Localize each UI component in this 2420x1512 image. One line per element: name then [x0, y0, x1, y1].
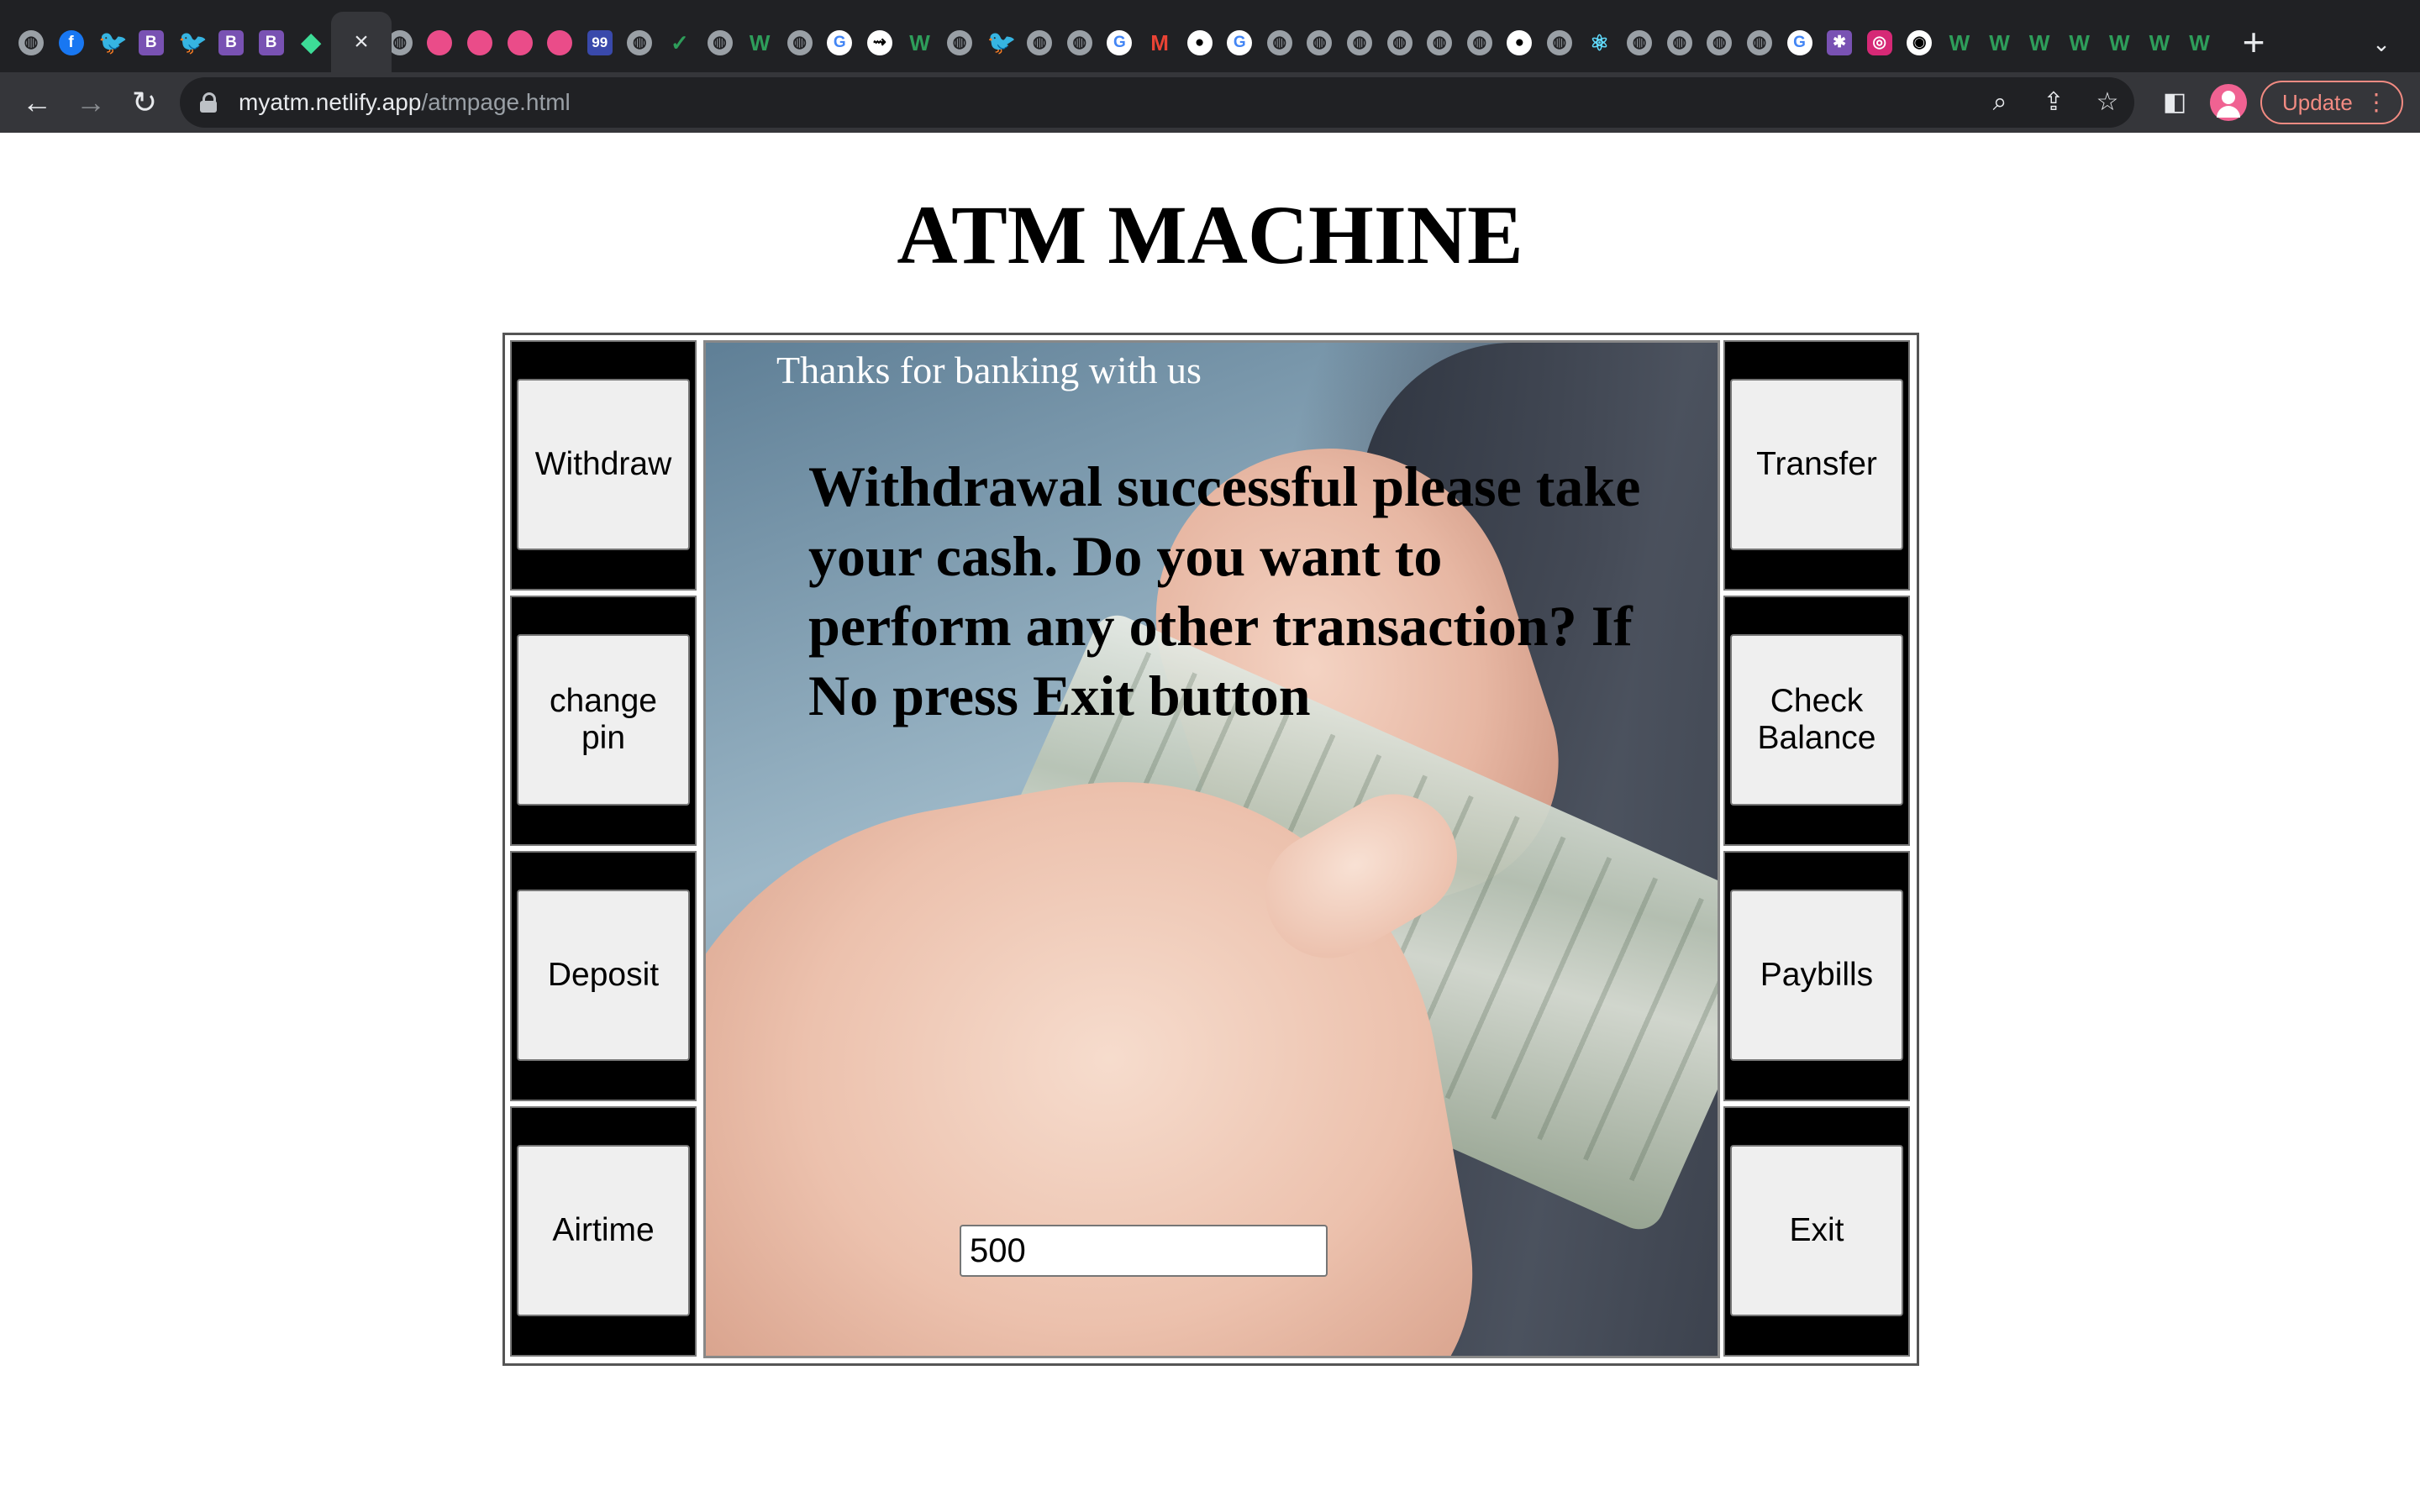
button-slot: change pin [510, 596, 697, 846]
w-icon[interactable]: W [2067, 30, 2092, 55]
menu-dots-icon: ⋮ [2365, 89, 2388, 115]
arrow-icon[interactable]: ⇝ [866, 30, 892, 55]
github-icon[interactable]: ● [1186, 30, 1213, 55]
exit-button[interactable]: Exit [1730, 1145, 1903, 1316]
page-title: ATM MACHINE [897, 188, 1523, 281]
globe-icon[interactable]: ◍ [947, 30, 973, 55]
tab-search-icon[interactable]: ⌄ [2365, 27, 2398, 60]
profile-avatar[interactable] [2210, 84, 2247, 121]
globe-icon[interactable]: ◍ [1746, 30, 1772, 55]
bootstrap-icon[interactable]: B [218, 30, 244, 55]
globe-icon[interactable]: ◍ [1266, 30, 1292, 55]
button-slot: Airtime [510, 1106, 697, 1357]
bootstrap-icon[interactable]: B [258, 30, 284, 55]
w-icon[interactable]: W [2186, 30, 2212, 55]
zoom-icon[interactable]: ⌕ [1981, 84, 2018, 121]
change-pin-button[interactable]: change pin [517, 634, 690, 806]
globe-icon[interactable]: ◍ [1386, 30, 1413, 55]
globe-icon[interactable]: ◍ [1466, 30, 1492, 55]
deposit-button[interactable]: Deposit [517, 890, 690, 1061]
globe-icon[interactable]: ◍ [1627, 30, 1653, 55]
instagram-icon[interactable]: ◎ [1866, 30, 1892, 55]
globe-icon[interactable]: ◍ [707, 30, 733, 55]
dribbble-icon[interactable] [427, 30, 453, 55]
url-text[interactable]: myatm.netlify.app/atmpage.html [239, 77, 571, 128]
swoosh-icon[interactable]: ✓ [667, 30, 692, 55]
colorful-icon[interactable]: ✱ [1827, 30, 1853, 55]
forward-icon[interactable]: → [72, 84, 109, 121]
globe-icon[interactable]: ◍ [1707, 30, 1733, 55]
back-icon[interactable]: ← [18, 84, 55, 121]
dribbble-icon[interactable] [547, 30, 573, 55]
check-balance-button[interactable]: Check Balance [1730, 634, 1903, 806]
react-icon[interactable]: ⚛ [1587, 30, 1612, 55]
w-icon[interactable]: W [2147, 30, 2172, 55]
w-icon[interactable]: W [1987, 30, 2012, 55]
button-slot: Deposit [510, 851, 697, 1101]
gmail-icon[interactable]: M [1147, 30, 1172, 55]
dribbble-icon[interactable] [507, 30, 533, 55]
airtime-button[interactable]: Airtime [517, 1145, 690, 1316]
button-slot: Paybills [1723, 851, 1910, 1101]
atm-screen: Thanks for banking with us Withdrawal su… [703, 340, 1720, 1358]
github-icon[interactable]: ● [1507, 30, 1533, 55]
atm-machine: Withdraw change pin Deposit Airtime Than… [502, 333, 1919, 1366]
google-icon[interactable]: G [1107, 30, 1133, 55]
w-icon[interactable]: W [907, 30, 932, 55]
globe-icon[interactable]: ◍ [18, 30, 44, 55]
reload-icon[interactable]: ↻ [126, 84, 163, 121]
twitter-icon[interactable]: 🐦 [178, 30, 208, 55]
globe-icon[interactable]: ◍ [1066, 30, 1092, 55]
page-content: ATM MACHINE Withdraw change pin Deposit … [0, 133, 2420, 1512]
screen-greeting: Thanks for banking with us [776, 349, 1202, 391]
browser-toolbar: ← → ↻ myatm.netlify.app/atmpage.html ⌕ ⇪… [0, 72, 2420, 133]
w-icon[interactable]: W [747, 30, 772, 55]
globe-icon[interactable]: ◍ [1347, 30, 1372, 55]
globe-icon[interactable]: ◍ [1027, 30, 1053, 55]
globe-icon[interactable]: ◍ [1666, 30, 1692, 55]
chrome-icon[interactable]: ◉ [1907, 30, 1933, 55]
screen-message: Withdrawal successful please take your c… [808, 454, 1641, 727]
paybills-button[interactable]: Paybills [1730, 890, 1903, 1061]
globe-icon[interactable]: ◍ [627, 30, 653, 55]
bootstrap-icon[interactable]: B [138, 30, 164, 55]
share-icon[interactable]: ⇪ [2035, 84, 2072, 121]
globe-icon[interactable]: ◍ [786, 30, 813, 55]
url-path: /atmpage.html [421, 89, 571, 115]
button-slot: Check Balance [1723, 596, 1910, 846]
globe-icon[interactable]: ◍ [1546, 30, 1572, 55]
amount-input[interactable] [960, 1225, 1328, 1277]
address-bar[interactable]: myatm.netlify.app/atmpage.html ⌕ ⇪ ☆ [180, 77, 2134, 128]
withdraw-button[interactable]: Withdraw [517, 379, 690, 550]
left-button-column: Withdraw change pin Deposit Airtime [510, 340, 697, 1362]
button-slot: Exit [1723, 1106, 1910, 1357]
lock-icon[interactable] [200, 92, 217, 113]
globe-icon[interactable]: ◍ [1307, 30, 1333, 55]
w-icon[interactable]: W [1947, 30, 1972, 55]
button-slot: Transfer [1723, 340, 1910, 591]
google-icon[interactable]: G [827, 30, 853, 55]
tab-strip: ◍ f 🐦 B 🐦 B B ◆ ◍ 99 ◍ ✓ ◍ W ◍ G ⇝ W ◍ 🐦 ◍ ◍ G M ● G ◍ ◍ ◍ ◍ ◍ ◍ ● ◍ ⚛ ◍ ◍ ◍ ◍… [0, 0, 2420, 84]
dribbble-icon[interactable] [466, 30, 492, 55]
w-icon[interactable]: W [2107, 30, 2132, 55]
google-icon[interactable]: G [1786, 30, 1812, 55]
globe-icon[interactable]: ◍ [1427, 30, 1453, 55]
w-icon[interactable]: W [2027, 30, 2052, 55]
side-panel-icon[interactable]: ◧ [2156, 84, 2193, 121]
facebook-icon[interactable]: f [58, 30, 84, 55]
twitter-icon[interactable]: 🐦 [987, 30, 1017, 55]
new-tab-button[interactable]: + [2235, 23, 2272, 61]
transfer-button[interactable]: Transfer [1730, 379, 1903, 550]
ninety-nine-icon[interactable]: 99 [587, 30, 613, 55]
bookmark-star-icon[interactable]: ☆ [2089, 84, 2126, 121]
diamond-icon[interactable]: ◆ [298, 30, 324, 55]
right-button-column: Transfer Check Balance Paybills Exit [1723, 340, 1910, 1362]
twitter-icon[interactable]: 🐦 [98, 30, 128, 55]
close-tab-icon[interactable]: × [348, 29, 375, 55]
update-button[interactable]: Update ⋮ [2260, 81, 2403, 124]
update-label: Update [2282, 90, 2353, 115]
url-host: myatm.netlify.app [239, 89, 422, 115]
google-icon[interactable]: G [1227, 30, 1253, 55]
button-slot: Withdraw [510, 340, 697, 591]
